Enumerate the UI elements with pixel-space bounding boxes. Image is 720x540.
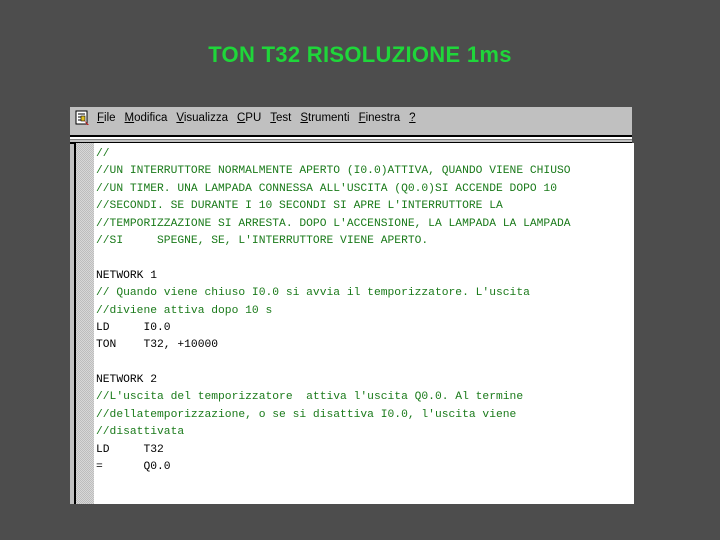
code-comment-line: //dellatemporizzazione, o se si disattiv… (96, 408, 517, 421)
menu-visualizza[interactable]: Visualizza (176, 112, 228, 124)
code-instruction-line: TON T32, +10000 (96, 339, 219, 352)
menu-file[interactable]: File (97, 112, 116, 124)
menu-test[interactable]: Test (270, 112, 291, 124)
code-comment-line: //UN TIMER. UNA LAMPADA CONNESSA ALL'USC… (96, 182, 557, 195)
code-editor[interactable]: // //UN INTERRUTTORE NORMALMENTE APERTO (… (74, 143, 634, 504)
code-comment-line: //SI SPEGNE, SE, L'INTERRUTTORE VIENE AP… (96, 234, 429, 247)
code-comment-line: // Quando viene chiuso I0.0 si avvia il … (96, 287, 530, 300)
menu-cpu[interactable]: CPU (237, 112, 261, 124)
code-comment-line: // (96, 148, 110, 160)
divider (70, 139, 632, 140)
code-comment-line: //SECONDI. SE DURANTE I 10 SECONDI SI AP… (96, 200, 503, 213)
code-comment-line: //L'uscita del temporizzatore attiva l'u… (96, 391, 524, 404)
menu-modifica[interactable]: Modifica (125, 112, 168, 124)
code-comment-line: //disattivata (96, 426, 185, 439)
program-editor-icon[interactable] (75, 110, 91, 126)
menu-finestra[interactable]: Finestra (359, 112, 401, 124)
code-instruction-line: LD T32 (96, 443, 164, 456)
menu-bar: File Modifica Visualizza CPU Test Strume… (70, 107, 632, 129)
editor-gutter (76, 143, 94, 504)
code-instruction-line: NETWORK 1 (96, 269, 158, 282)
code-comment-line: //UN INTERRUTTORE NORMALMENTE APERTO (I0… (96, 165, 571, 178)
slide-title: TON T32 RISOLUZIONE 1ms (208, 42, 512, 67)
code-text-area[interactable]: // //UN INTERRUTTORE NORMALMENTE APERTO (… (96, 143, 632, 476)
menu-strumenti[interactable]: Strumenti (300, 112, 349, 124)
code-instruction-line: NETWORK 2 (96, 374, 158, 387)
menu-help[interactable]: ? (409, 112, 415, 124)
code-instruction-line: = Q0.0 (96, 461, 171, 474)
code-comment-line: //diviene attiva dopo 10 s (96, 304, 273, 317)
editor-window: File Modifica Visualizza CPU Test Strume… (70, 107, 634, 504)
code-comment-line: //TEMPORIZZAZIONE SI ARRESTA. DOPO L'ACC… (96, 217, 571, 230)
code-instruction-line: LD I0.0 (96, 321, 171, 334)
